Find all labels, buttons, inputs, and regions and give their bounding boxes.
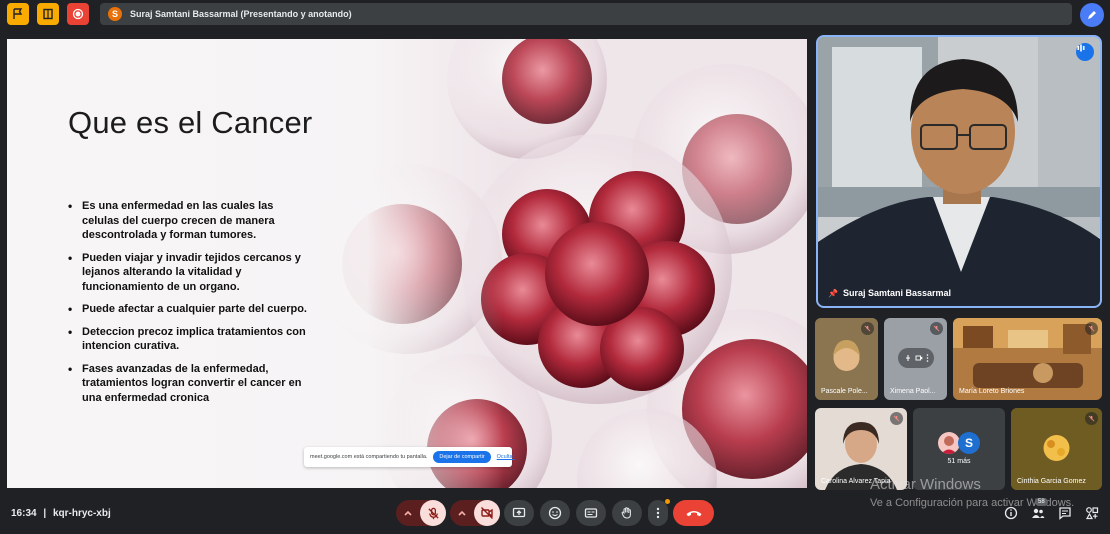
more-options-button[interactable] xyxy=(648,499,670,526)
bullet-item: Deteccion precoz implica tratamientos co… xyxy=(68,325,308,354)
mic-off-icon xyxy=(1085,412,1098,425)
record-icon[interactable] xyxy=(67,3,89,25)
presenter-name-label: 📌 Suraj Samtani Bassarmal xyxy=(828,288,951,298)
chat-icon xyxy=(1059,507,1071,520)
hand-icon xyxy=(621,507,631,519)
people-count-badge: 58 xyxy=(1035,498,1048,506)
screen-share-notice: meet.google.com está compartiendo tu pan… xyxy=(304,447,515,467)
tile-options-pill[interactable] xyxy=(898,348,934,368)
meeting-time-code: 16:34 | kqr-hryc-xbj xyxy=(11,508,111,519)
meeting-code: kqr-hryc-xbj xyxy=(52,508,111,519)
pin-icon xyxy=(905,355,910,361)
people-button[interactable]: 58 xyxy=(1029,498,1048,522)
flag-icon[interactable] xyxy=(7,3,29,25)
bullet-item: Pueden viajar y invadir tejidos cercanos… xyxy=(68,251,308,295)
mic-off-icon xyxy=(890,412,903,425)
participant-avatar xyxy=(938,432,960,454)
meeting-info-button[interactable] xyxy=(1002,504,1020,522)
participant-tile[interactable]: Pascale Pole... xyxy=(815,318,878,400)
presenting-text: Suraj Samtani Bassarmal (Presentando y a… xyxy=(130,9,352,19)
participant-tile[interactable]: María Loreto Briones xyxy=(953,318,1102,400)
mic-options-chevron-icon[interactable] xyxy=(402,506,414,524)
participant-name: Cinthia Garcia Gomez xyxy=(1017,478,1086,485)
presenter-avatar: S xyxy=(108,7,122,21)
presenter-name: Suraj Samtani Bassarmal xyxy=(842,288,952,298)
bullet-item: Fases avanzadas de la enfermedad, tratam… xyxy=(68,362,308,406)
activities-shapes-icon xyxy=(1085,507,1099,520)
windows-activation-watermark: Activar Windows xyxy=(870,476,981,493)
separator: | xyxy=(43,508,47,519)
annotate-pen-icon[interactable] xyxy=(1080,3,1104,27)
notification-dot xyxy=(665,499,670,504)
captions-icon xyxy=(584,508,598,518)
camera-control-group xyxy=(450,500,500,526)
presenter-tile[interactable]: 📌 Suraj Samtani Bassarmal xyxy=(816,35,1102,308)
shared-slide: Que es el Cancer Es una enfermedad en la… xyxy=(7,39,807,488)
share-notice-text: meet.google.com está compartiendo tu pan… xyxy=(310,454,428,460)
people-icon xyxy=(1032,508,1045,518)
raise-hand-button[interactable] xyxy=(612,500,642,526)
more-participants-count: 51 más xyxy=(947,458,971,465)
top-bar: S Suraj Samtani Bassarmal (Presentando y… xyxy=(0,0,1110,30)
participant-name: Ximena Paol... xyxy=(890,388,936,395)
chat-button[interactable] xyxy=(1056,504,1074,522)
more-options-icon xyxy=(926,354,928,362)
mic-off-button[interactable] xyxy=(420,500,446,526)
book-icon[interactable] xyxy=(37,3,59,25)
info-icon xyxy=(1004,506,1018,520)
camera-off-button[interactable] xyxy=(474,500,500,526)
slide-bullet-list: Es una enfermedad en las cuales las celu… xyxy=(68,199,308,413)
bullet-item: Puede afectar a cualquier parte del cuer… xyxy=(68,302,308,317)
mic-off-icon xyxy=(1085,322,1098,335)
mic-off-icon xyxy=(930,322,943,335)
bullet-item: Es una enfermedad en las cuales las celu… xyxy=(68,199,308,243)
slide-title: Que es el Cancer xyxy=(68,105,313,140)
present-screen-icon xyxy=(512,507,526,518)
stop-sharing-button[interactable]: Dejar de compartir xyxy=(433,451,491,463)
participant-name: María Loreto Briones xyxy=(959,388,1025,395)
leave-call-button[interactable] xyxy=(673,500,714,526)
captions-button[interactable] xyxy=(576,500,606,526)
reactions-button[interactable] xyxy=(540,500,570,526)
bottom-control-bar: 16:34 | kqr-hryc-xbj 58 xyxy=(0,494,1110,534)
presenter-video xyxy=(818,37,1100,306)
emoji-icon xyxy=(548,506,562,520)
present-screen-button[interactable] xyxy=(504,500,534,526)
mic-control-group xyxy=(396,500,446,526)
hang-up-icon xyxy=(686,511,701,517)
presenting-banner: S Suraj Samtani Bassarmal (Presentando y… xyxy=(100,3,1072,25)
activities-button[interactable] xyxy=(1083,504,1101,522)
mic-off-icon xyxy=(427,507,439,519)
participant-name: Pascale Pole... xyxy=(821,388,868,395)
pin-icon: 📌 xyxy=(828,288,838,298)
participant-tile[interactable]: Ximena Paol... xyxy=(884,318,947,400)
camera-off-icon xyxy=(915,355,922,361)
clock-time: 16:34 xyxy=(11,508,37,519)
speaking-indicator-icon xyxy=(1076,43,1094,61)
mic-off-icon xyxy=(861,322,874,335)
camera-off-icon xyxy=(481,507,493,519)
hide-notice-link[interactable]: Ocultar xyxy=(497,454,515,460)
camera-options-chevron-icon[interactable] xyxy=(456,506,468,524)
participant-initial-avatar: S xyxy=(958,432,980,454)
participant-tile[interactable]: Cinthia Garcia Gomez xyxy=(1011,408,1102,490)
more-options-icon xyxy=(656,507,660,519)
